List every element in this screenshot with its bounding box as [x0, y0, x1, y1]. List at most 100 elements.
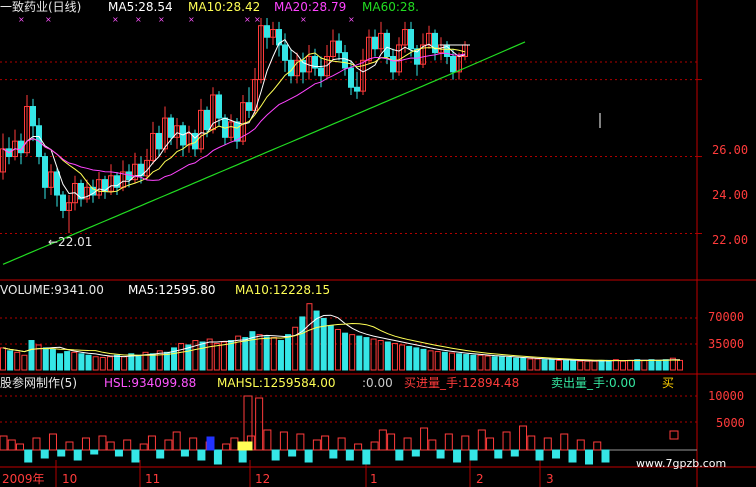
volume-bar	[64, 351, 71, 371]
volume-bar	[114, 354, 121, 371]
indicator-bar-up	[230, 437, 239, 451]
indicator-blue-bar	[206, 436, 215, 451]
volume-bar	[49, 348, 56, 371]
indicator-bar-up	[543, 437, 552, 451]
candle-body	[60, 194, 66, 211]
volume-bar	[413, 347, 420, 371]
indicator-bar-down	[57, 449, 66, 457]
volume-bar	[277, 340, 284, 371]
indicator-bar-up	[32, 437, 41, 451]
volume-bar	[285, 334, 292, 371]
indicator-bar-up	[321, 435, 330, 451]
volume-bar	[463, 354, 470, 371]
hsl-readout: HSL:934099.88	[104, 376, 197, 390]
stock-title: 一致药业(日线)	[0, 0, 82, 14]
volume-bar	[470, 354, 477, 371]
price-tick-24: 24.00	[712, 188, 749, 202]
candle-body	[42, 156, 48, 188]
volume-bar	[648, 359, 655, 371]
indicator-bar-up	[164, 439, 173, 451]
volume-bar	[598, 359, 605, 371]
volume-bar	[570, 359, 577, 371]
volume-tick-70000: 70000	[708, 310, 745, 324]
volume-bar	[106, 356, 113, 371]
indicator-bar-up	[576, 439, 585, 451]
volume-bar	[477, 354, 484, 371]
candle-body	[156, 132, 162, 150]
ma20-line	[2, 52, 466, 181]
buy-volume-readout: 买进量_手:12894.48	[404, 376, 520, 390]
signal-marker: ×	[348, 15, 355, 24]
indicator-bar-up	[477, 429, 486, 451]
volume-bar	[441, 351, 448, 371]
x-label-2: 2	[476, 472, 484, 486]
candle-body	[216, 94, 222, 119]
volume-bar	[434, 351, 441, 371]
indicator-bar-up	[486, 437, 495, 451]
indicator-bar-up	[354, 443, 363, 451]
signal-marker: ×	[244, 15, 251, 24]
indicator-bar-up	[263, 429, 272, 451]
volume-bar	[178, 342, 185, 371]
indicator-bar-down	[535, 449, 544, 461]
indicator-bar-down	[180, 449, 189, 457]
indicator-bar-down	[90, 449, 99, 455]
volume-bar	[78, 353, 85, 371]
signal-marker: ×	[112, 15, 119, 24]
volume-bar	[14, 351, 21, 371]
ma20-readout: MA20:28.79	[274, 0, 347, 14]
zero-readout: :0.00	[362, 376, 393, 390]
ma60-readout: MA60:28.	[362, 0, 419, 14]
indicator-bar-down	[329, 449, 338, 459]
volume-bar	[456, 353, 463, 371]
indicator-bar-down	[131, 449, 140, 463]
indicator-bar-up	[444, 433, 453, 451]
indicator-bar-down	[585, 449, 594, 465]
x-label-11: 11	[145, 472, 161, 486]
stock-chart[interactable]: × × × × × × × × × ×	[0, 0, 756, 487]
volume-bar	[427, 350, 434, 371]
candle-body	[450, 55, 456, 73]
volume-bar	[327, 325, 334, 371]
volume-bar	[21, 354, 28, 371]
x-label-3: 3	[546, 472, 554, 486]
volume-bar	[584, 360, 591, 371]
volume-ma5-line	[2, 314, 680, 362]
indicator-bar-up	[370, 441, 379, 451]
volume-bar	[498, 356, 505, 371]
candle-body	[342, 52, 348, 69]
volume-bar	[406, 345, 413, 371]
indicator-bar-up	[48, 433, 57, 451]
volume-bar	[555, 359, 562, 371]
signal-marker: ×	[300, 15, 307, 24]
volume-bar	[577, 360, 584, 371]
candle-body	[246, 102, 252, 111]
volume-bar	[641, 359, 648, 371]
indicator-bar-up	[527, 435, 536, 451]
volume-bar	[484, 355, 491, 371]
low-price-marker: ←22.01	[48, 235, 93, 249]
indicator-bar-up	[81, 437, 90, 451]
volume-bar	[342, 332, 349, 371]
price-tick-22: 22.00	[712, 233, 749, 247]
volume-bar	[92, 356, 99, 371]
volume-bar	[334, 328, 341, 371]
volume-tick-35000: 35000	[708, 337, 745, 351]
volume-bar	[377, 340, 384, 371]
indicator-yellow-bar	[237, 441, 253, 451]
volume-bar	[363, 337, 370, 371]
volume-bar	[121, 356, 128, 371]
indicator-bar-down	[453, 449, 462, 463]
price-tick-26: 26.00	[712, 143, 749, 157]
indicator-bar-up	[7, 439, 16, 451]
indicator-bar-up	[502, 431, 511, 451]
indicator-bar-up	[189, 437, 198, 451]
volume-bar	[199, 341, 206, 371]
indicator-bar-up	[147, 435, 156, 451]
indicator-bar-up	[461, 435, 470, 451]
indicator-bar-up	[337, 437, 346, 451]
signal-marker: ×	[18, 15, 25, 24]
volume-bar	[399, 344, 406, 371]
indicator-bar-down	[288, 449, 297, 457]
x-label-1: 1	[370, 472, 378, 486]
